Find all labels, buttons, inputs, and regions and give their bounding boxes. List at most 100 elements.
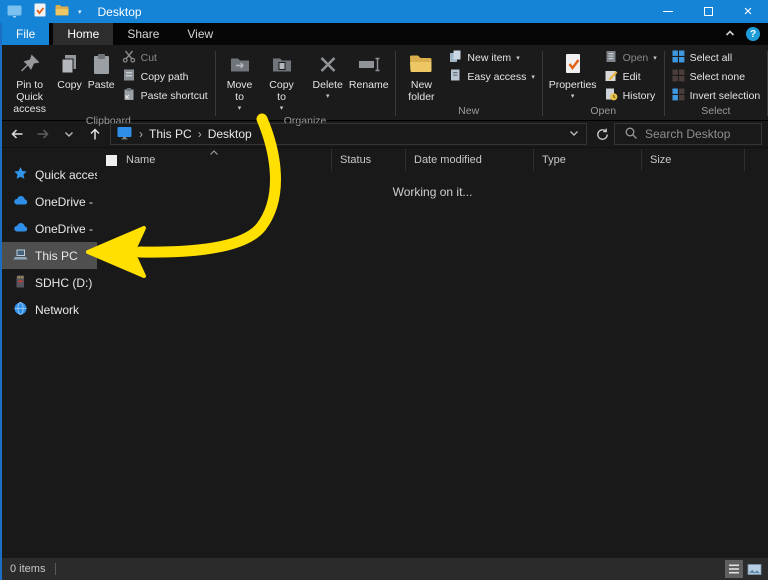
copy-to-icon (270, 48, 294, 79)
sidebar-item-label: Network (35, 303, 79, 317)
delete-label: Delete (313, 79, 343, 91)
copy-to-button[interactable]: Copy to ▾ (261, 45, 303, 115)
sidebar-item-quick-access[interactable]: Quick access (0, 161, 97, 188)
edit-icon (604, 68, 618, 85)
new-folder-button[interactable]: New folder (398, 45, 444, 103)
address-bar[interactable]: › This PC › Desktop (110, 123, 587, 145)
column-label: Date modified (414, 154, 482, 166)
tab-home[interactable]: Home (53, 23, 113, 45)
tabrow-right-controls: ? (724, 23, 760, 45)
breadcrumb-this-pc[interactable]: This PC (149, 127, 192, 141)
tab-file[interactable]: File (2, 23, 49, 45)
select-none-button[interactable]: Select none (668, 67, 765, 86)
column-header-status[interactable]: Status (332, 149, 406, 171)
sidebar-item-onedrive-1[interactable]: OneDrive - (0, 188, 97, 215)
computer-icon (13, 247, 28, 265)
sidebar-item-this-pc[interactable]: This PC (0, 242, 97, 269)
rename-icon (356, 48, 382, 79)
large-icons-view-button[interactable] (745, 560, 763, 578)
up-button[interactable] (82, 122, 108, 146)
sidebar-item-sdhc-drive[interactable]: SDHC (D:) (0, 269, 97, 296)
easy-access-caret-icon: ▾ (531, 73, 535, 81)
refresh-icon[interactable] (590, 122, 614, 146)
easy-access-button[interactable]: Easy access ▾ (444, 67, 538, 86)
new-item-icon (448, 49, 462, 66)
new-item-button[interactable]: New item ▾ (444, 48, 538, 67)
star-icon (13, 166, 28, 184)
paste-label: Paste (88, 79, 115, 91)
properties-qat-icon[interactable] (34, 3, 46, 20)
invert-selection-button[interactable]: Invert selection (668, 86, 765, 105)
quick-access-toolbar: ▾ (34, 3, 82, 20)
column-label: Size (650, 154, 671, 166)
column-header-row: Name Status Date modified Type Size (97, 149, 768, 171)
address-toolbar: › This PC › Desktop Search Desktop (0, 121, 768, 148)
ribbon-group-new: New folder New item ▾ Easy acce (395, 45, 541, 120)
tab-view[interactable]: View (173, 23, 227, 45)
recent-locations-button[interactable] (56, 122, 82, 146)
rename-label: Rename (349, 79, 389, 91)
column-header-type[interactable]: Type (534, 149, 642, 171)
minimize-ribbon-icon[interactable] (724, 27, 736, 42)
delete-caret-icon: ▾ (326, 91, 330, 103)
search-icon (624, 126, 638, 143)
copy-button[interactable]: Copy (54, 45, 85, 91)
invert-selection-label: Invert selection (690, 90, 761, 102)
back-button[interactable] (4, 122, 30, 146)
sidebar-item-network[interactable]: Network (0, 296, 97, 323)
sidebar-item-onedrive-2[interactable]: OneDrive - (0, 215, 97, 242)
close-icon: × (744, 4, 753, 19)
properties-button[interactable]: Properties ▾ (546, 45, 600, 103)
paste-button[interactable]: Paste (85, 45, 118, 91)
rename-button[interactable]: Rename (346, 45, 392, 91)
open-label: Open (623, 52, 649, 64)
copy-path-label: Copy path (141, 71, 189, 83)
file-explorer-window: ▾ Desktop × File Home Share View ? (0, 0, 768, 580)
breadcrumb-desktop[interactable]: Desktop (208, 127, 252, 141)
sidebar-item-label: OneDrive - (35, 222, 93, 236)
cloud-icon (13, 220, 28, 238)
open-button[interactable]: Open ▾ (600, 48, 661, 67)
window-accent-border (0, 23, 2, 580)
pin-to-quick-access-button[interactable]: Pin to Quick access (5, 45, 54, 115)
tab-share[interactable]: Share (113, 23, 173, 45)
maximize-icon (704, 7, 713, 16)
move-to-button[interactable]: Move to ▾ (219, 45, 261, 115)
pin-icon (18, 48, 42, 79)
history-button[interactable]: History (600, 86, 661, 105)
copy-path-button[interactable]: Copy path (118, 67, 212, 86)
select-all-checkbox[interactable] (106, 155, 117, 166)
edit-button[interactable]: Edit (600, 67, 661, 86)
column-header-date-modified[interactable]: Date modified (406, 149, 534, 171)
maximize-button[interactable] (688, 0, 728, 23)
tabrow-spacer (227, 23, 724, 45)
new-folder-qat-icon[interactable] (55, 4, 69, 19)
column-header-size[interactable]: Size (642, 149, 745, 171)
properties-icon (561, 48, 585, 79)
help-icon[interactable]: ? (746, 27, 760, 41)
cut-button[interactable]: Cut (118, 48, 212, 67)
history-icon (604, 87, 618, 104)
paste-shortcut-button[interactable]: Paste shortcut (118, 86, 212, 105)
details-view-button[interactable] (725, 560, 743, 578)
forward-button[interactable] (30, 122, 56, 146)
cut-icon (122, 49, 136, 66)
qat-dropdown-icon[interactable]: ▾ (78, 8, 82, 16)
search-input[interactable]: Search Desktop (614, 123, 762, 145)
new-item-label: New item (467, 52, 511, 64)
cloud-icon (13, 193, 28, 211)
column-label: Name (126, 154, 155, 166)
titlebar[interactable]: ▾ Desktop × (0, 0, 768, 23)
select-none-label: Select none (690, 71, 745, 83)
file-list-pane: Name Status Date modified Type Size Work… (97, 149, 768, 558)
select-all-icon (672, 50, 685, 66)
delete-button[interactable]: Delete ▾ (310, 45, 346, 103)
move-to-icon (228, 48, 252, 79)
select-all-button[interactable]: Select all (668, 48, 765, 67)
status-divider (55, 563, 56, 575)
close-button[interactable]: × (728, 0, 768, 23)
address-history-dropdown-icon[interactable] (568, 127, 580, 142)
sort-ascending-icon (209, 148, 219, 160)
minimize-button[interactable] (648, 0, 688, 23)
copy-to-label: Copy to (264, 79, 300, 103)
